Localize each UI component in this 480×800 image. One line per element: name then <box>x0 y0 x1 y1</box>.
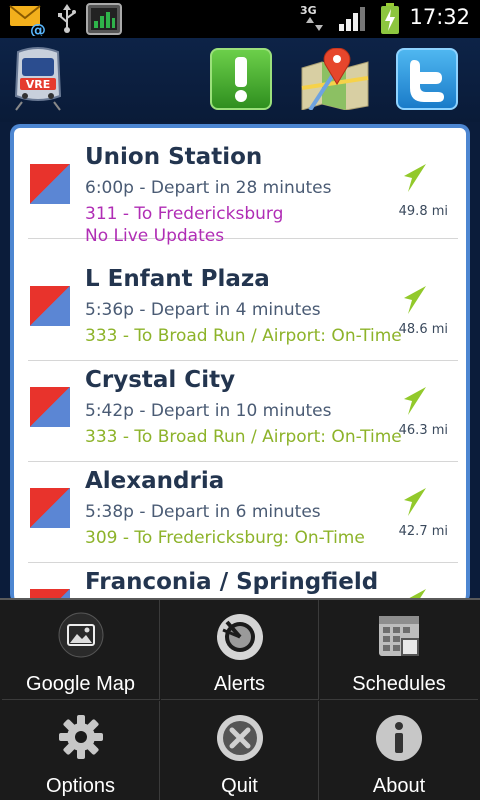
station-name: Crystal City <box>85 367 236 393</box>
station-name: Union Station <box>85 144 263 170</box>
train-info: 309 - To Fredericksburg: On-Time <box>85 528 365 548</box>
menu-label: Quit <box>221 775 258 797</box>
map-pin-icon <box>301 48 369 110</box>
station-name: Alexandria <box>85 468 225 494</box>
data-arrows-icon <box>306 17 323 31</box>
close-icon <box>216 715 263 761</box>
station-name: Franconia / Springfield <box>85 569 379 595</box>
departure-time: 5:38p - Depart in 6 minutes <box>85 502 321 522</box>
alerts-icon <box>216 614 263 660</box>
status-text: No Live Updates <box>85 226 225 246</box>
departure-time: 6:00p - Depart in 28 minutes <box>85 178 332 198</box>
departure-time: 5:42p - Depart in 10 minutes <box>85 401 332 421</box>
menu-item-quit[interactable]: Quit <box>161 701 319 800</box>
list-item[interactable]: L Enfant Plaza 5:36p - Depart in 4 minut… <box>28 260 458 361</box>
exclamation-icon <box>235 57 247 102</box>
train-info: 311 - To Fredericksburg <box>85 204 284 224</box>
list-item[interactable]: Crystal City 5:42p - Depart in 10 minute… <box>28 361 458 462</box>
map-header-button[interactable] <box>300 48 370 110</box>
vre-flag-icon <box>30 286 70 326</box>
options-menu: Google Map Alerts Schedules Options Quit… <box>0 598 480 800</box>
vre-flag-icon <box>30 488 70 528</box>
train-info: 333 - To Broad Run / Airport: On-Time <box>85 427 402 447</box>
map-icon <box>58 612 103 658</box>
list-item[interactable]: Alexandria 5:38p - Depart in 6 minutes 3… <box>28 462 458 563</box>
distance: 46.3 mi <box>398 423 448 438</box>
gear-icon <box>58 715 103 759</box>
app-header: VRE <box>0 38 480 122</box>
calendar-icon <box>379 616 419 656</box>
station-name: L Enfant Plaza <box>85 266 270 292</box>
menu-item-options[interactable]: Options <box>2 701 160 800</box>
direction-arrow-icon <box>404 387 426 415</box>
alerts-header-button[interactable] <box>210 48 272 110</box>
twitter-header-button[interactable] <box>396 48 458 110</box>
stock-chart-icon <box>86 3 122 35</box>
menu-label: Schedules <box>352 673 446 695</box>
vre-logo[interactable]: VRE <box>12 46 64 112</box>
list-item[interactable]: Union Station 6:00p - Depart in 28 minut… <box>28 138 458 246</box>
menu-label: Alerts <box>213 673 266 695</box>
direction-arrow-icon <box>404 164 426 192</box>
menu-label: Google Map <box>26 673 135 695</box>
info-icon <box>376 715 422 761</box>
menu-item-google-map[interactable]: Google Map <box>2 600 160 700</box>
distance: 48.6 mi <box>398 322 448 337</box>
direction-arrow-icon <box>404 286 426 314</box>
menu-item-about[interactable]: About <box>320 701 478 800</box>
battery-charging-icon <box>381 3 399 34</box>
email-notification-icon: @ <box>9 5 46 36</box>
vre-flag-icon <box>30 387 70 427</box>
clock: 17:32 <box>409 5 470 29</box>
menu-label: About <box>372 775 426 797</box>
usb-icon <box>58 4 76 33</box>
vre-logo-text: VRE <box>26 78 51 91</box>
direction-arrow-icon <box>404 488 426 516</box>
signal-icon <box>339 7 365 31</box>
vre-flag-icon <box>30 164 70 204</box>
network-type-label: 3G <box>300 4 317 17</box>
distance: 49.8 mi <box>398 204 448 219</box>
distance: 42.7 mi <box>398 524 448 539</box>
twitter-icon <box>410 60 444 102</box>
train-info: 333 - To Broad Run / Airport: On-Time <box>85 326 402 346</box>
menu-label: Options <box>46 775 115 797</box>
svg-text:@: @ <box>30 20 46 36</box>
status-bar: @ 3G 17:32 <box>0 0 480 38</box>
menu-item-alerts[interactable]: Alerts <box>161 600 319 700</box>
departures-panel: Union Station 6:00p - Depart in 28 minut… <box>10 124 470 604</box>
departure-time: 5:36p - Depart in 4 minutes <box>85 300 321 320</box>
menu-item-schedules[interactable]: Schedules <box>320 600 478 700</box>
